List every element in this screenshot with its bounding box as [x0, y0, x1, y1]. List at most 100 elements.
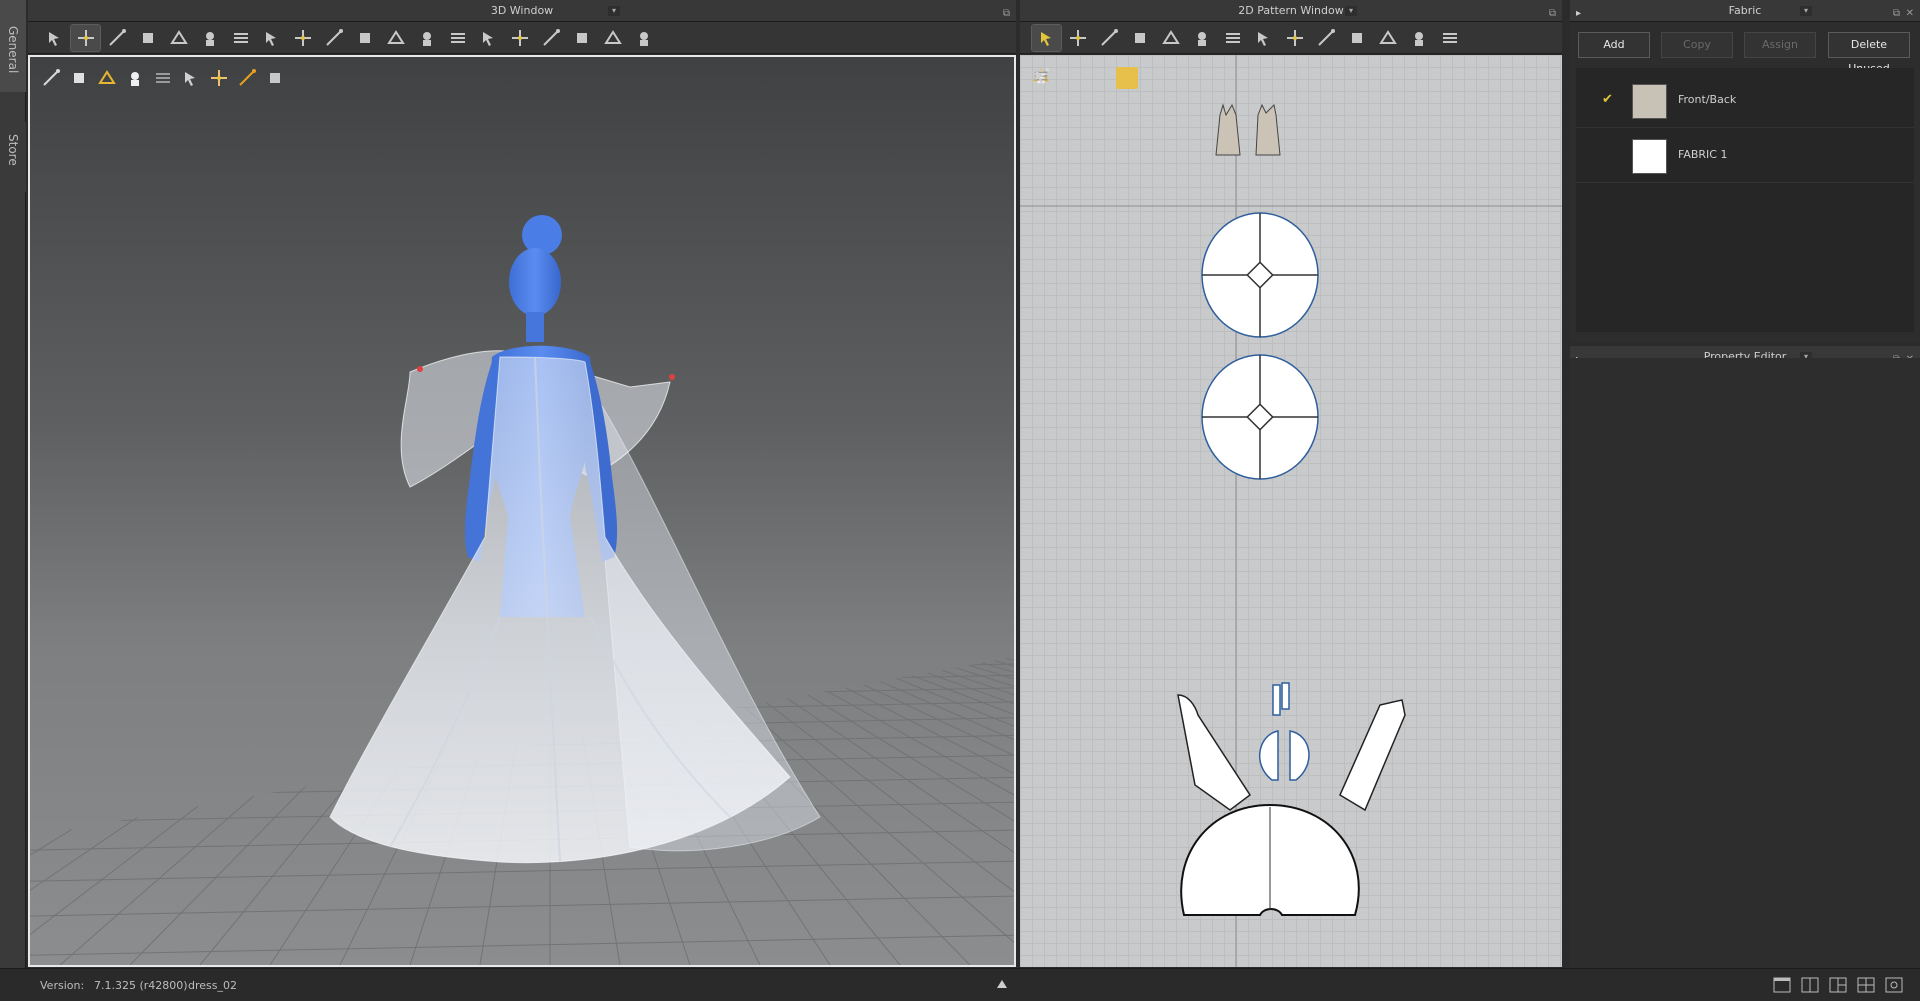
pattern-drawing: [1020, 55, 1562, 967]
single-view-icon[interactable]: [1772, 976, 1792, 994]
xray-icon[interactable]: [152, 67, 174, 89]
property-editor-panel: [1570, 358, 1920, 968]
free-sewing-icon[interactable]: [1218, 25, 1247, 51]
align-icon[interactable]: [567, 25, 596, 51]
copy-fabric-button[interactable]: Copy: [1661, 32, 1733, 58]
expand-up-icon[interactable]: [997, 980, 1007, 988]
split-3-view-icon[interactable]: [1828, 976, 1848, 994]
pattern-circle-1: [1201, 212, 1319, 338]
press-icon[interactable]: [381, 25, 410, 51]
edit-curvature-icon[interactable]: [598, 25, 627, 51]
fabric-item-front-back[interactable]: ✔ Front/Back: [1576, 74, 1914, 128]
wireframe-icon[interactable]: [40, 67, 62, 89]
light-icon[interactable]: [236, 67, 258, 89]
window3d-menu-dropdown[interactable]: ▾: [608, 6, 620, 16]
line-icon[interactable]: [1404, 25, 1433, 51]
floor-icon[interactable]: [264, 67, 286, 89]
skin-icon[interactable]: [208, 67, 230, 89]
transform-icon[interactable]: [1094, 25, 1123, 51]
window3d-header: 3D Window ▾ ⧉: [28, 0, 1016, 22]
split-view-icon[interactable]: [1800, 976, 1820, 994]
version-label: Version:: [40, 979, 85, 992]
3d-scene: [30, 215, 1014, 965]
window2d-toolbar: [1020, 22, 1562, 54]
layout-settings-icon[interactable]: [1884, 976, 1904, 994]
edit-pin-icon[interactable]: [102, 25, 131, 51]
edit-point-icon[interactable]: [1063, 25, 1092, 51]
fabric-color-icon[interactable]: [1037, 67, 1138, 89]
segment-sewing-icon[interactable]: [1187, 25, 1216, 51]
version-number: 7.1.325 (r42800): [94, 979, 188, 992]
2d-pattern-canvas[interactable]: [1020, 55, 1562, 967]
fold-icon[interactable]: [505, 25, 534, 51]
pattern-layer-icon[interactable]: [1035, 67, 1194, 89]
fabric-swatch: [1632, 84, 1667, 119]
3d-view-toolbar: [40, 67, 286, 89]
side-tab-strip: General Store: [0, 0, 26, 968]
avatar-pose-icon[interactable]: [257, 25, 286, 51]
run-icon[interactable]: [629, 25, 658, 51]
checkmark-icon: ✔: [1602, 92, 1613, 107]
dress-garment: [329, 356, 791, 864]
pin-marker: [669, 374, 675, 380]
pleat-icon[interactable]: [1373, 25, 1402, 51]
assign-fabric-button[interactable]: Assign: [1744, 32, 1816, 58]
fabric-panel-header: ▸ Fabric ▾ ⧉ ✕: [1570, 0, 1920, 22]
steam-icon[interactable]: [412, 25, 441, 51]
shaded-icon[interactable]: [68, 67, 90, 89]
2d-view-toolbar: [1032, 67, 1194, 89]
delete-unused-button[interactable]: Delete Unused: [1828, 32, 1910, 75]
app-window: General Store 3D Window ▾ ⧉ 2D Pattern W…: [0, 0, 1920, 1001]
fabric-menu-dropdown[interactable]: ▾: [1800, 6, 1812, 16]
pattern-skirt: [1180, 803, 1360, 916]
fabric-panel-title: Fabric: [1728, 4, 1762, 17]
texture-icon[interactable]: [96, 67, 118, 89]
background-icon[interactable]: [180, 67, 202, 89]
pin-icon[interactable]: [1249, 25, 1278, 51]
fold-arrangement-icon[interactable]: [226, 25, 255, 51]
select-pattern-icon[interactable]: [1031, 23, 1062, 52]
seam-allowance-icon[interactable]: [1342, 25, 1371, 51]
pattern-circle-2: [1201, 354, 1319, 480]
pleat-icon[interactable]: [536, 25, 565, 51]
fabric-panel: Add Copy Assign Delete Unused ✔ Front/Ba…: [1570, 22, 1920, 342]
tack-icon[interactable]: [133, 25, 162, 51]
lock-icon[interactable]: [1034, 67, 1166, 89]
select-mesh-icon[interactable]: [40, 25, 69, 51]
shirring-icon[interactable]: [319, 25, 348, 51]
window2d-header: 2D Pattern Window ▾ ⧉: [1020, 0, 1562, 22]
garment-fit-icon[interactable]: [195, 25, 224, 51]
fabric-name: Front/Back: [1678, 93, 1737, 106]
tab-store[interactable]: Store: [0, 122, 26, 192]
tab-general[interactable]: General: [0, 0, 26, 92]
garment-icon[interactable]: [1435, 25, 1464, 51]
window2d-menu-dropdown[interactable]: ▾: [1345, 6, 1357, 16]
pattern-bodice: [1258, 730, 1310, 781]
fabric-name: FABRIC 1: [1678, 148, 1728, 161]
avatar-icon[interactable]: [124, 67, 146, 89]
rectangle-icon[interactable]: [1125, 25, 1154, 51]
add-fabric-button[interactable]: Add: [1578, 32, 1650, 58]
quad-view-icon[interactable]: [1856, 976, 1876, 994]
fabric-item-fabric-1[interactable]: FABRIC 1: [1576, 129, 1914, 183]
window3d-toolbar: [28, 22, 1016, 54]
window3d-title: 3D Window: [490, 4, 554, 17]
file-name: dress_02: [188, 979, 237, 992]
pin-view-icon[interactable]: [1033, 67, 1110, 89]
window2d-title: 2D Pattern Window: [1238, 4, 1344, 17]
fold-icon[interactable]: [1280, 25, 1309, 51]
pattern-straps: [1272, 682, 1290, 716]
mesh-icon[interactable]: [1036, 67, 1082, 89]
strengthen-icon[interactable]: [288, 25, 317, 51]
internal-line-icon[interactable]: [1311, 25, 1340, 51]
seam-tape-icon[interactable]: [350, 25, 379, 51]
zipper-icon[interactable]: [474, 25, 503, 51]
tab-general-label: General: [6, 26, 20, 74]
pin-marker: [417, 366, 423, 372]
move-icon[interactable]: [70, 23, 101, 52]
button-icon[interactable]: [443, 25, 472, 51]
measure-icon[interactable]: [164, 25, 193, 51]
tab-store-label: Store: [6, 134, 20, 166]
3d-viewport[interactable]: [28, 55, 1016, 967]
sew-icon[interactable]: [1156, 25, 1185, 51]
